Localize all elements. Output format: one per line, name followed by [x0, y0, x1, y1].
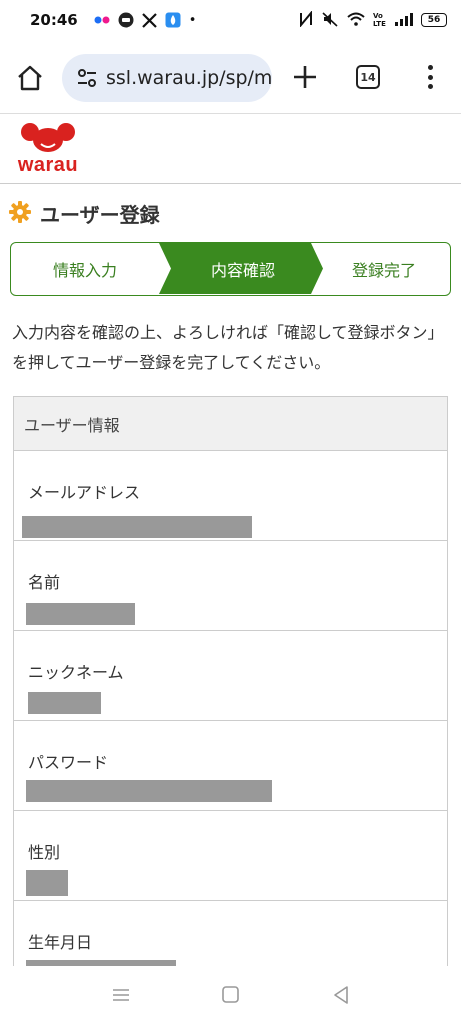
notification-icons: • [94, 12, 197, 28]
home-icon[interactable] [14, 62, 46, 94]
step-confirm: 内容確認 [210, 260, 275, 280]
redacted-value [22, 516, 252, 538]
wifi-icon [347, 12, 365, 29]
instruction-text: 入力内容を確認の上、よろしければ「確認して登録ボタン」を押してユーザー登録を完了… [12, 323, 444, 372]
back-icon[interactable] [330, 984, 352, 1006]
info-label: パスワード [28, 753, 109, 772]
signal-icon [395, 12, 413, 29]
battery-icon: 56 [421, 13, 447, 27]
mute-icon [321, 11, 339, 30]
gear-icon [8, 200, 32, 228]
browser-toolbar: ssl.warau.jp/sp/m 14 [0, 40, 461, 114]
site-header: warau [0, 114, 461, 184]
info-row-password: パスワード [14, 721, 447, 811]
info-label: ニックネーム [28, 663, 124, 682]
tab-switcher-button[interactable]: 14 [356, 65, 380, 89]
more-menu-icon[interactable] [418, 62, 442, 92]
step-input: 情報入力 [52, 260, 117, 280]
system-nav-bar [0, 966, 461, 1024]
app-icon [165, 12, 181, 28]
redacted-value [26, 603, 135, 625]
redacted-value [26, 780, 272, 802]
step-complete: 登録完了 [351, 260, 416, 280]
nfc-icon [299, 9, 313, 30]
home-nav-icon[interactable] [220, 984, 242, 1006]
recents-icon[interactable] [110, 984, 132, 1006]
status-dot: • [188, 12, 197, 28]
x-icon [141, 12, 157, 28]
address-bar[interactable]: ssl.warau.jp/sp/m [62, 54, 272, 102]
status-bar: 20:46 • Vo LTE 56 [0, 0, 461, 40]
system-icons: Vo LTE 56 [299, 9, 447, 30]
page-title-text: ユーザー登録 [40, 203, 160, 227]
info-label: 生年月日 [28, 933, 93, 952]
svg-text:LTE: LTE [373, 20, 386, 27]
user-info-header: ユーザー情報 [14, 397, 447, 451]
volte-icon: Vo LTE [373, 11, 387, 30]
status-time: 20:46 [30, 11, 78, 29]
user-info-table: ユーザー情報 メールアドレス 名前 ニックネーム パスワード 性別 生年月日 [13, 396, 448, 992]
info-label: 性別 [28, 843, 61, 862]
progress-steps: 情報入力 内容確認 登録完了 [10, 242, 451, 296]
logo-text: warau [17, 154, 79, 176]
info-row-nickname: ニックネーム [14, 631, 447, 721]
svg-text:Vo: Vo [373, 12, 383, 20]
page-title: ユーザー登録 [8, 199, 160, 228]
info-row-name: 名前 [14, 541, 447, 631]
flickr-icon [94, 15, 110, 25]
line-icon [118, 12, 134, 28]
url-text[interactable]: ssl.warau.jp/sp/m [106, 67, 272, 89]
info-row-gender: 性別 [14, 811, 447, 901]
redacted-value [26, 870, 68, 896]
warau-logo[interactable]: warau [14, 122, 82, 182]
info-row-email: メールアドレス [14, 451, 447, 541]
site-settings-icon[interactable] [76, 67, 98, 89]
info-label: メールアドレス [28, 483, 141, 502]
info-label: 名前 [28, 573, 61, 592]
new-tab-icon[interactable] [290, 62, 320, 92]
redacted-value [28, 692, 101, 714]
